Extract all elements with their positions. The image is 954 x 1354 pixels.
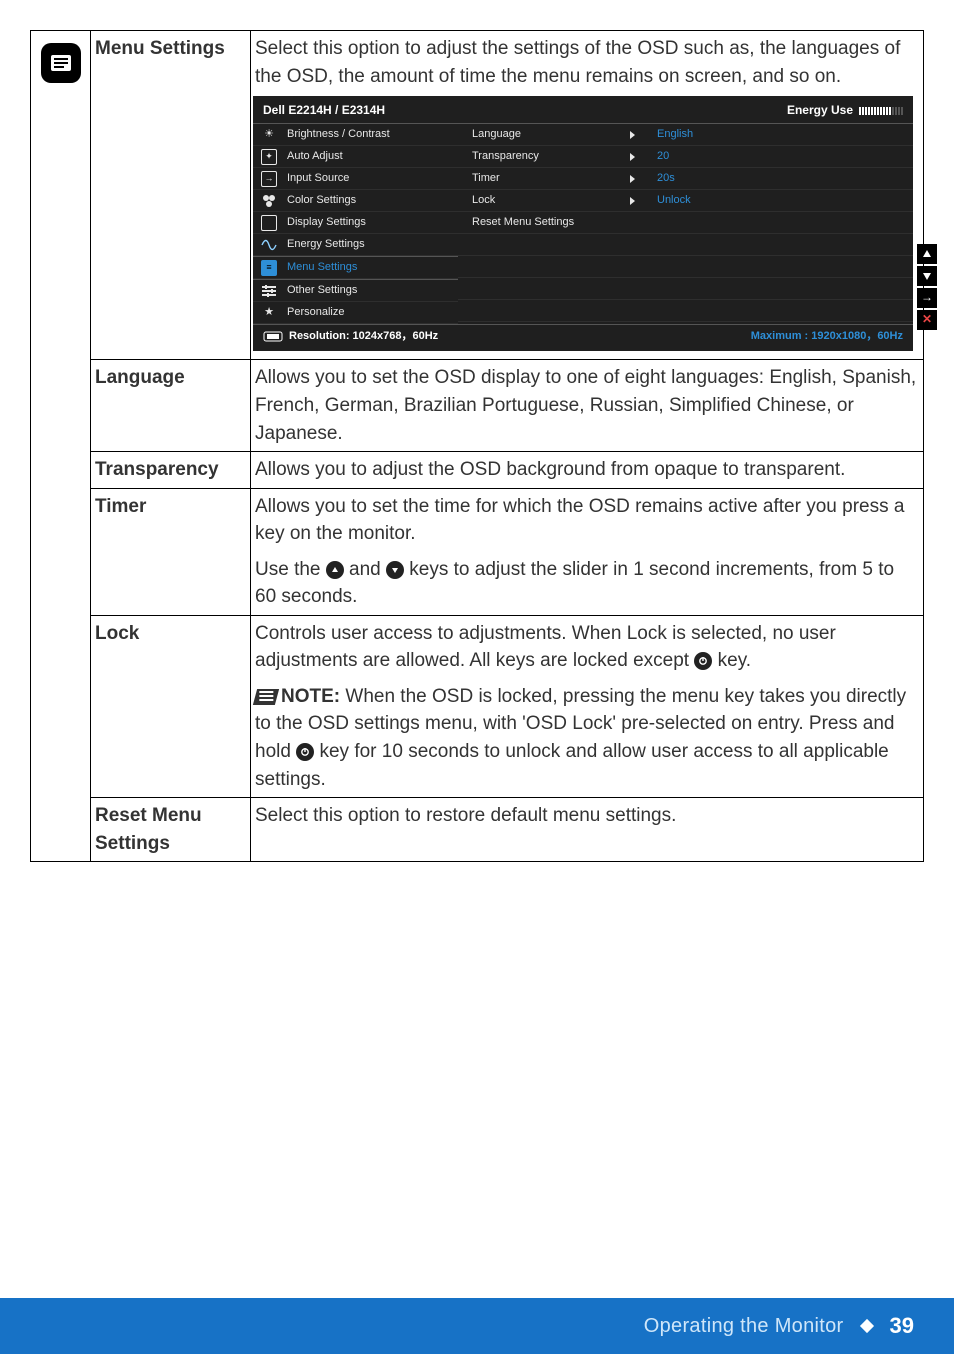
chevron-right-icon: [630, 197, 635, 205]
osd-item-personalize[interactable]: ★ Personalize: [253, 302, 458, 324]
footer-title: Operating the Monitor: [644, 1315, 844, 1338]
chevron-right-icon: [630, 131, 635, 139]
osd-item-other-settings[interactable]: Other Settings: [253, 280, 458, 302]
osd-nav-buttons: → ✕: [917, 244, 937, 330]
page-footer: Operating the Monitor 39: [0, 1298, 954, 1354]
menu-settings-label: Menu Settings: [91, 31, 251, 360]
osd-item-input-source[interactable]: → Input Source: [253, 168, 458, 190]
osd-right-values: English 20 20s Unlock: [643, 124, 913, 324]
lock-body1: Controls user access to adjustments. Whe…: [251, 615, 924, 679]
transparency-label: Transparency: [91, 452, 251, 489]
osd-energy: Energy Use: [787, 102, 903, 119]
osd-item-energy-settings[interactable]: Energy Settings: [253, 234, 458, 256]
language-label: Language: [91, 360, 251, 452]
language-body: Allows you to set the OSD display to one…: [251, 360, 924, 452]
menu-settings-section-icon: [39, 41, 83, 85]
osd-item-auto-adjust[interactable]: ✦ Auto Adjust: [253, 146, 458, 168]
display-settings-icon: [261, 215, 277, 231]
settings-table: Menu Settings Select this option to adju…: [30, 30, 924, 862]
power-key-icon: [296, 743, 314, 761]
osd-item-brightness[interactable]: ☀ Brightness / Contrast: [253, 124, 458, 146]
input-source-icon: →: [261, 171, 277, 187]
osd-up-button[interactable]: [917, 244, 937, 264]
timer-body2: Use the and keys to adjust the slider in…: [251, 552, 924, 616]
page-number: 39: [890, 1313, 914, 1339]
osd-item-color-settings[interactable]: Color Settings: [253, 190, 458, 212]
color-settings-icon: [261, 193, 277, 209]
osd-screenshot: Dell E2214H / E2314H Energy Use ☀ Bright: [253, 96, 913, 351]
note-label: NOTE:: [281, 686, 340, 707]
chevron-right-icon: [630, 175, 635, 183]
monitor-icon: [263, 331, 283, 343]
power-key-icon: [694, 652, 712, 670]
osd-left-menu: ☀ Brightness / Contrast ✦ Auto Adjust → …: [253, 124, 458, 324]
osd-val-timer: 20s: [643, 168, 913, 190]
menu-settings-body: Select this option to adjust the setting…: [251, 31, 924, 360]
auto-adjust-icon: ✦: [261, 149, 277, 165]
reset-body: Select this option to restore default me…: [251, 798, 924, 862]
osd-sub-transparency[interactable]: Transparency: [458, 146, 643, 168]
diamond-icon: [859, 1319, 873, 1333]
osd-enter-button[interactable]: →: [917, 288, 937, 308]
up-key-icon: [326, 561, 344, 579]
personalize-icon: ★: [261, 305, 277, 321]
note-icon: [253, 689, 279, 705]
osd-val-lock: Unlock: [643, 190, 913, 212]
osd-sub-timer[interactable]: Timer: [458, 168, 643, 190]
osd-sub-reset[interactable]: Reset Menu Settings: [458, 212, 643, 234]
reset-label: Reset MenuSettings: [91, 798, 251, 862]
osd-sub-language[interactable]: Language: [458, 124, 643, 146]
osd-item-menu-settings[interactable]: ≡ Menu Settings: [253, 257, 458, 279]
transparency-body: Allows you to adjust the OSD background …: [251, 452, 924, 489]
timer-label: Timer: [91, 488, 251, 552]
down-key-icon: [386, 561, 404, 579]
osd-close-button[interactable]: ✕: [917, 310, 937, 330]
brightness-icon: ☀: [261, 127, 277, 143]
energy-settings-icon: [261, 237, 277, 253]
osd-maximum: Maximum : 1920x1080，60Hz: [751, 329, 903, 345]
section-icon-cell: [31, 31, 91, 360]
lock-note: NOTE: When the OSD is locked, pressing t…: [251, 679, 924, 798]
lock-label: Lock: [91, 615, 251, 679]
osd-item-display-settings[interactable]: Display Settings: [253, 212, 458, 234]
other-settings-icon: [261, 283, 277, 299]
osd-mid-menu: Language Transparency Timer Lock Reset M…: [458, 124, 643, 324]
osd-model: Dell E2214H / E2314H: [263, 102, 385, 119]
osd-resolution: Resolution: 1024x768，60Hz: [263, 329, 438, 345]
osd-sub-lock[interactable]: Lock: [458, 190, 643, 212]
osd-val-language: English: [643, 124, 913, 146]
chevron-right-icon: [630, 153, 635, 161]
energy-bars-icon: [859, 107, 903, 115]
timer-body1: Allows you to set the time for which the…: [251, 488, 924, 552]
osd-down-button[interactable]: [917, 266, 937, 286]
osd-val-transparency: 20: [643, 146, 913, 168]
menu-settings-icon: ≡: [261, 260, 277, 276]
